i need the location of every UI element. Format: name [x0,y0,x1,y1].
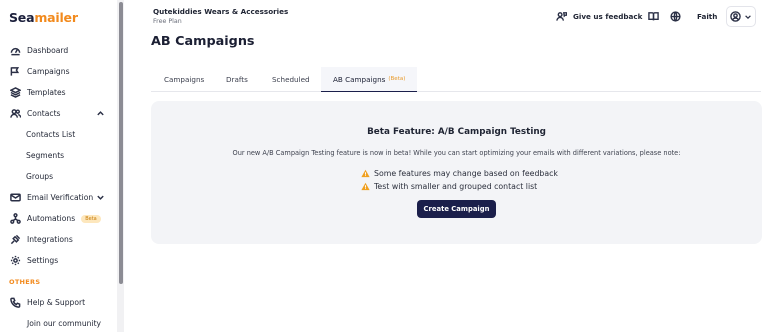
sidebar-item-settings[interactable]: Settings [0,250,117,271]
tab-label: Drafts [226,75,248,84]
note-item: Some features may change based on feedba… [361,167,558,179]
sidebar-item-label: Dashboard [27,46,69,55]
note-text: Some features may change based on feedba… [374,168,558,178]
note-item: Test with smaller and grouped contact li… [361,180,537,192]
sidebar-scrollbar-thumb[interactable] [119,2,123,284]
sidebar-item-help-support[interactable]: Help & Support [0,292,117,313]
sidebar-item-label: Join our community [27,319,102,328]
others-section-label: OTHERS [9,277,41,286]
sidebar-item-label: Campaigns [27,67,70,76]
logo[interactable]: Seamailer [9,10,78,25]
feedback-label: Give us feedback [573,12,643,21]
campaign-tabs: Campaigns Drafts Scheduled AB Campaigns … [151,67,761,92]
tab-label: AB Campaigns [333,74,386,84]
tab-ab-campaigns[interactable]: AB Campaigns (Beta) [321,67,418,92]
feedback-icon [556,12,567,21]
top-header: Qutekiddies Wears & Accessories Free Pla… [124,0,780,32]
sidebar-item-label: Contacts List [26,130,76,139]
chevron-up-icon[interactable] [96,109,105,118]
user-name[interactable]: Faith [697,8,717,25]
tab-drafts[interactable]: Drafts [226,67,248,92]
book-icon [648,12,659,21]
sidebar: Seamailer Dashboard Campaigns Templates … [0,0,124,332]
chevron-down-icon[interactable] [96,193,105,202]
sidebar-item-contacts-list[interactable]: Contacts List [0,124,117,145]
sidebar-item-integrations[interactable]: Integrations [0,229,117,250]
sidebar-nav: Dashboard Campaigns Templates Contacts C… [0,40,117,334]
sidebar-item-label: Segments [26,151,65,160]
sidebar-item-label: Settings [27,256,59,265]
note-text: Test with smaller and grouped contact li… [374,181,538,191]
sidebar-item-label: Email Verification [27,193,94,202]
sidebar-item-groups[interactable]: Groups [0,166,117,187]
chevron-down-icon [745,14,751,19]
warning-icon [361,182,370,190]
sidebar-item-templates[interactable]: Templates [0,82,117,103]
sidebar-item-label: Templates [27,88,66,97]
sidebar-item-email-verification[interactable]: Email Verification [0,187,117,208]
feedback-button[interactable]: Give us feedback [556,8,642,25]
gear-icon [9,255,21,267]
automation-icon [9,213,21,225]
language-button[interactable] [670,8,681,25]
users-icon [9,108,21,120]
page-title: AB Campaigns [151,34,255,49]
sidebar-item-label: Help & Support [27,298,86,307]
beta-tag: (Beta) [388,76,406,82]
plan-label: Free Plan [153,18,182,25]
sidebar-item-automations[interactable]: Automations Beta [0,208,117,229]
tab-label: Scheduled [272,75,310,84]
docs-button[interactable] [648,8,659,25]
sidebar-item-segments[interactable]: Segments [0,145,117,166]
sidebar-item-label: Contacts [27,109,61,118]
create-campaign-button[interactable]: Create Campaign [417,200,496,218]
email-check-icon [9,192,21,204]
avatar-icon [730,11,741,22]
sidebar-item-join-community[interactable]: Join our community [0,313,117,334]
beta-info-panel: Beta Feature: A/B Campaign Testing Our n… [151,101,762,244]
sidebar-item-label: Automations [27,214,76,223]
plug-icon [9,234,21,246]
layers-icon [9,87,21,99]
tab-label: Campaigns [164,75,205,84]
warning-icon [361,169,370,177]
organization-name[interactable]: Qutekiddies Wears & Accessories [153,7,288,16]
campaign-flag-icon [9,66,21,78]
phone-icon [9,297,21,309]
panel-title: Beta Feature: A/B Campaign Testing [367,127,546,137]
user-menu-button[interactable] [726,6,756,27]
globe-icon [670,11,681,22]
panel-description: Our new A/B Campaign Testing feature is … [232,149,681,157]
sidebar-item-label: Groups [26,172,54,181]
sidebar-item-contacts[interactable]: Contacts [0,103,117,124]
tab-scheduled[interactable]: Scheduled [272,67,310,92]
tab-campaigns[interactable]: Campaigns [164,67,204,92]
sidebar-item-label: Integrations [27,235,73,244]
beta-badge: Beta [81,214,101,223]
dashboard-icon [9,45,21,57]
sidebar-item-dashboard[interactable]: Dashboard [0,40,117,61]
sidebar-item-campaigns[interactable]: Campaigns [0,61,117,82]
